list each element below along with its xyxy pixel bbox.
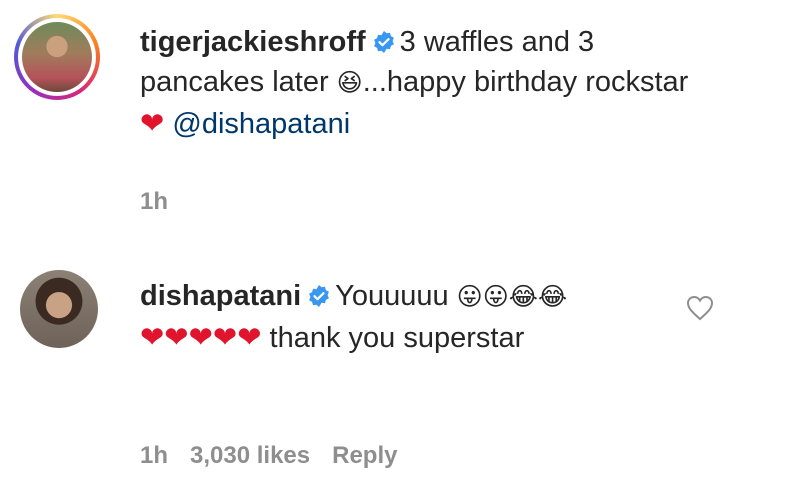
comment-meta: 1h [140,188,190,216]
laughing-emojis: 😛😛😂😂 [456,282,568,311]
verified-badge-icon [373,31,394,53]
comment-body: tigerjackieshroff 3 waffles and 3 pancake… [140,22,700,144]
comment-text-2: thank you superstar [261,322,525,354]
timestamp[interactable]: 1h [140,442,168,469]
reply-button[interactable]: Reply [332,442,397,469]
verified-badge-icon [309,285,330,307]
mention-link[interactable]: @dishapatani [172,108,350,140]
story-ring[interactable] [14,14,100,100]
comment-text: Youuuuu [335,280,457,312]
username[interactable]: tigerjackieshroff [140,26,366,58]
red-heart-emoji: ❤ [140,106,165,140]
comment-meta: 1h 3,030 likes Reply [140,442,419,470]
avatar-tigerjackieshroff[interactable] [22,22,92,92]
username[interactable]: dishapatani [140,280,301,312]
heart-outline-icon[interactable] [686,295,714,321]
likes-count[interactable]: 3,030 likes [190,442,310,469]
timestamp[interactable]: 1h [140,188,168,215]
laughing-emoji: 😆 [336,68,363,97]
comment-body: dishapatani Youuuuu 😛😛😂😂 ❤❤❤❤❤ thank you s… [140,276,700,358]
red-hearts-emoji: ❤❤❤❤❤ [140,320,262,354]
comment-text-2: ...happy birthday rockstar [362,66,689,98]
avatar-dishapatani[interactable] [20,270,98,348]
